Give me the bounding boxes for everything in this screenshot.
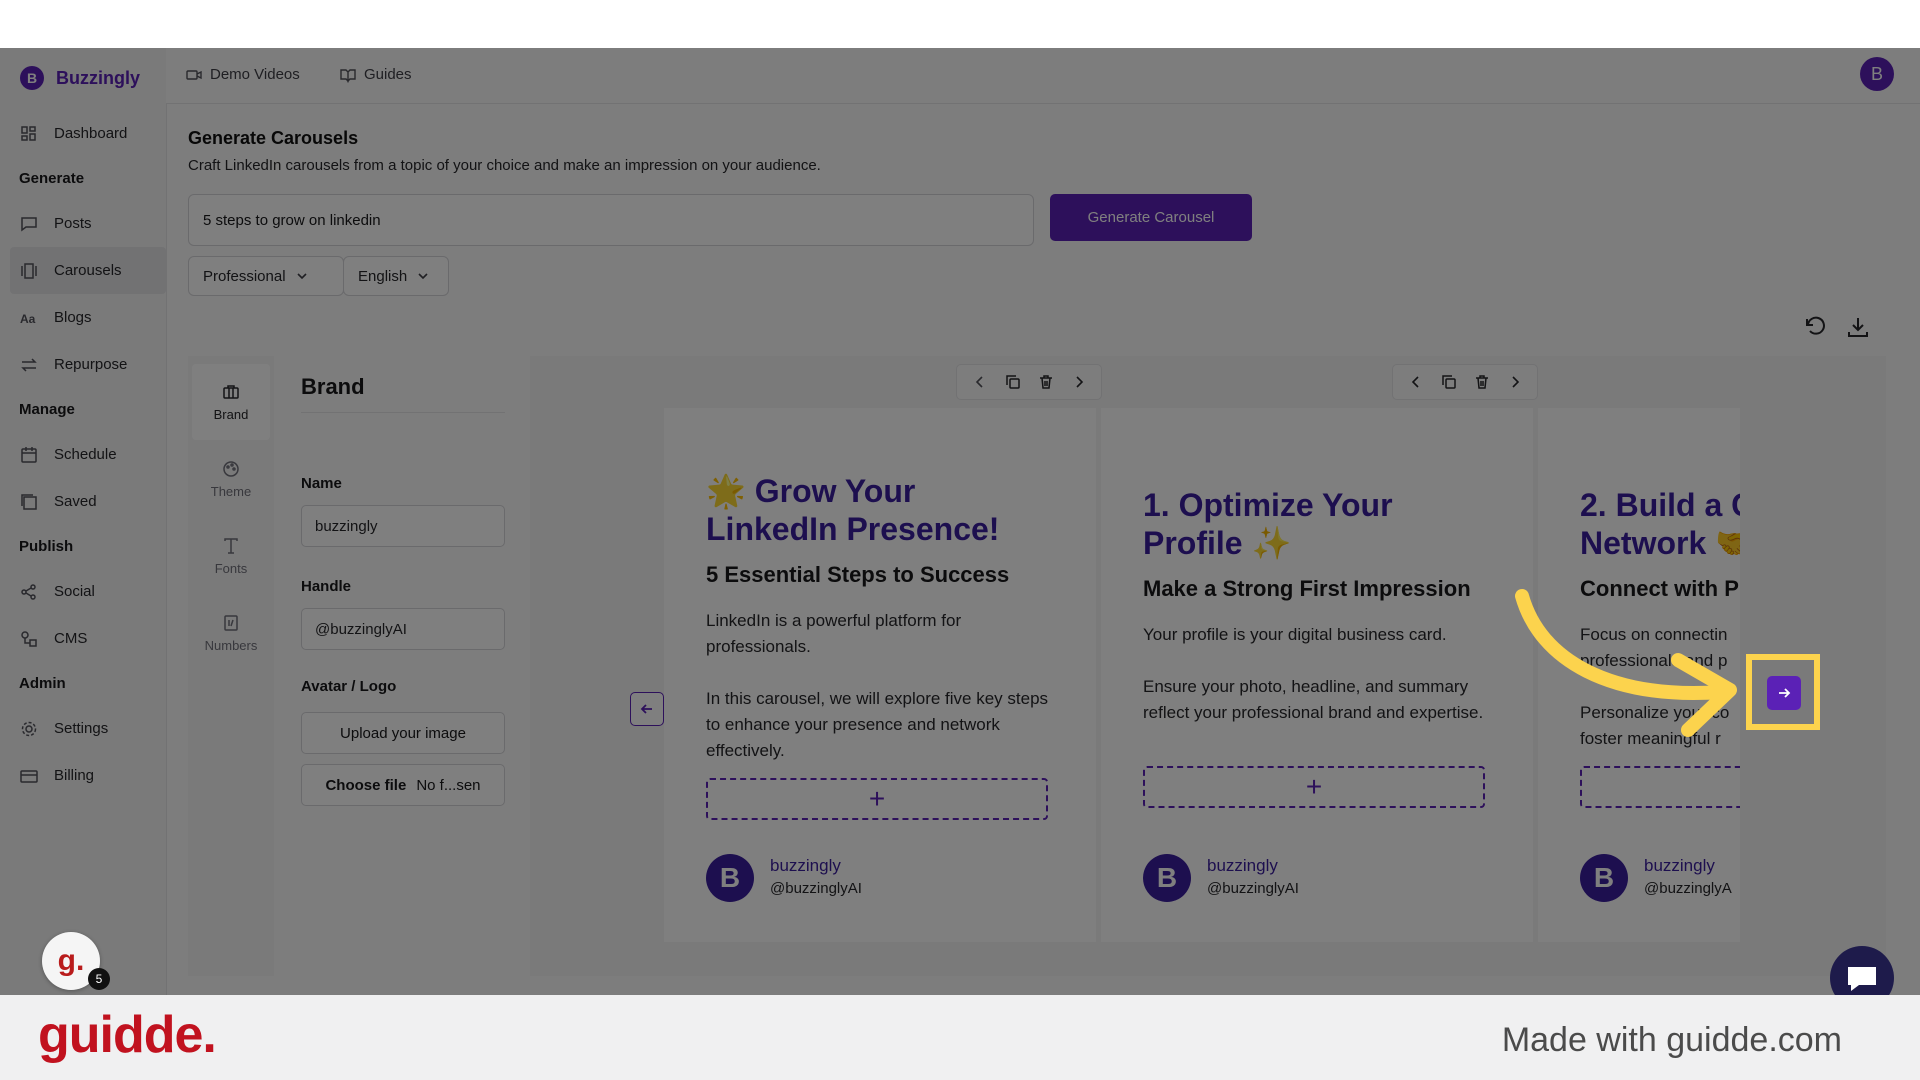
footer-bar: guidde. Made with guidde.com [0,995,1920,1080]
next-slide-button[interactable] [1767,676,1801,710]
arrow-right-icon [1779,688,1791,698]
made-with-text: Made with guidde.com [1501,1021,1842,1059]
dim-overlay [0,48,1920,995]
annotation-arrow [1515,589,1737,737]
guidde-count-badge: 5 [88,968,110,990]
guidde-logo: guidde. [38,1006,217,1064]
chat-icon [1848,967,1876,991]
